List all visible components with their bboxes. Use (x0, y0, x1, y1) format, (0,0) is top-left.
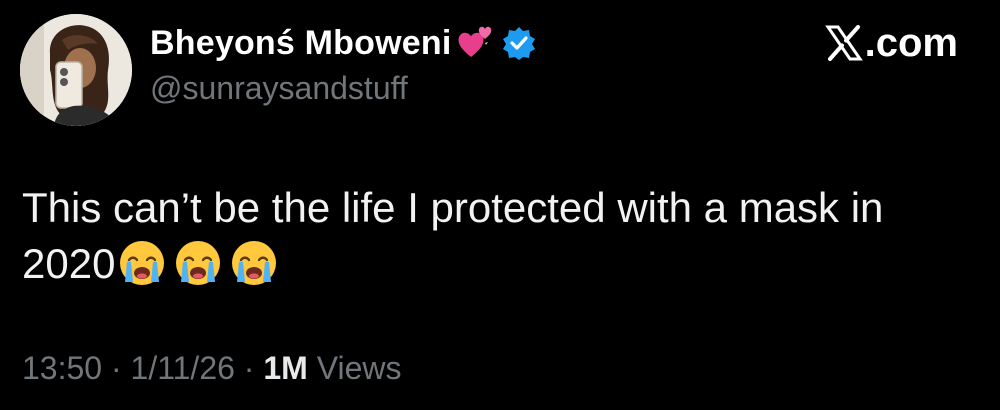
display-name[interactable]: Bheyonś Mboweni (150, 24, 451, 63)
meta-separator: · (110, 350, 122, 386)
tweet-text: This can’t be the life I protected with … (22, 180, 922, 292)
crying-face-icon (173, 238, 223, 288)
crying-face-icon (229, 238, 279, 288)
emoji-row (117, 238, 279, 288)
author-name-row: Bheyonś Mboweni (150, 18, 537, 68)
views-label[interactable]: Views (317, 350, 402, 386)
views-count[interactable]: 1M (263, 350, 307, 386)
brand-watermark: .com (824, 20, 958, 66)
x-logo-icon (824, 24, 863, 62)
two-hearts-icon (455, 23, 495, 63)
brand-label: .com (864, 20, 958, 65)
crying-face-icon (117, 238, 167, 288)
verified-badge-icon[interactable] (501, 25, 537, 61)
tweet-meta: 13:50 · 1/11/26 · 1M Views (22, 350, 401, 387)
tweet-time[interactable]: 13:50 (22, 350, 102, 386)
avatar-photo (20, 14, 132, 126)
author-handle[interactable]: @sunraysandstuff (150, 70, 408, 107)
tweet-date[interactable]: 1/11/26 (131, 350, 235, 386)
avatar[interactable] (20, 14, 132, 126)
meta-separator: · (243, 350, 255, 386)
